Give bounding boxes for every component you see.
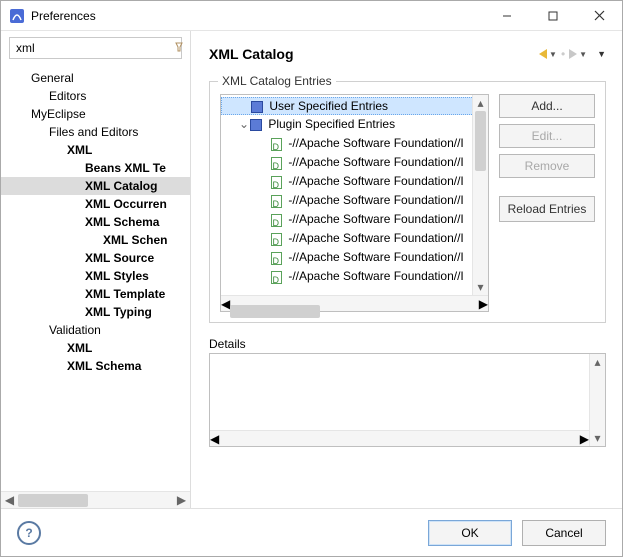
details-horizontal-scrollbar[interactable]: ◀ ▶ — [210, 430, 589, 446]
tree-item[interactable]: XML Schema — [1, 357, 190, 375]
tree-item[interactable]: XML Catalog — [1, 177, 190, 195]
catalog-list[interactable]: User Specified Entries⌄ Plugin Specified… — [220, 94, 489, 312]
arrow-left-icon — [539, 49, 547, 59]
page-title: XML Catalog — [209, 46, 537, 62]
group-legend: XML Catalog Entries — [218, 74, 336, 88]
scroll-up-icon[interactable]: ▴ — [473, 95, 488, 111]
preferences-window: Preferences GeneralEditorsMyEclipseFiles… — [0, 0, 623, 557]
tree-item[interactable]: XML Styles — [1, 267, 190, 285]
nav-forward-button: ▼ — [567, 49, 589, 59]
tree-item[interactable]: XML Schema — [1, 213, 190, 231]
nav-back-button[interactable]: ▼ — [537, 49, 559, 59]
dialog-footer: ? OK Cancel — [1, 508, 622, 556]
list-item[interactable]: -//Apache Software Foundation//I — [221, 134, 488, 153]
view-menu-button[interactable]: ▼ — [597, 49, 606, 59]
list-item[interactable]: -//Apache Software Foundation//I — [221, 248, 488, 267]
dtd-icon — [271, 233, 282, 246]
list-vertical-scrollbar[interactable]: ▴ ▾ — [472, 95, 488, 295]
dtd-icon — [271, 138, 282, 151]
chevron-down-icon[interactable]: ▼ — [579, 50, 587, 59]
reload-entries-button[interactable]: Reload Entries — [499, 196, 595, 222]
close-button[interactable] — [576, 1, 622, 31]
clear-filter-icon[interactable] — [173, 41, 185, 56]
scroll-down-icon[interactable]: ▾ — [590, 430, 605, 446]
dtd-icon — [271, 252, 282, 265]
tree-item[interactable]: Beans XML Te — [1, 159, 190, 177]
minimize-button[interactable] — [484, 1, 530, 31]
catalog-entries-group: XML Catalog Entries User Specified Entri… — [209, 81, 606, 323]
list-item[interactable]: -//Apache Software Foundation//I — [221, 229, 488, 248]
expand-toggle[interactable]: ⌄ — [239, 115, 249, 134]
dtd-icon — [271, 271, 282, 284]
scroll-up-icon[interactable]: ▴ — [590, 354, 605, 370]
list-item[interactable]: -//Apache Software Foundation//I — [221, 153, 488, 172]
tree-item[interactable]: General — [1, 69, 190, 87]
tree-item[interactable]: Files and Editors — [1, 123, 190, 141]
scroll-right-icon[interactable]: ▶ — [479, 297, 488, 311]
scroll-left-icon[interactable]: ◀ — [1, 492, 18, 509]
scroll-down-icon[interactable]: ▾ — [473, 279, 488, 295]
list-item[interactable]: -//Apache Software Foundation//I — [221, 267, 488, 286]
filter-input[interactable] — [14, 40, 173, 56]
list-item[interactable]: User Specified Entries — [221, 97, 488, 115]
maximize-button[interactable] — [530, 1, 576, 31]
tree-item[interactable]: Validation — [1, 321, 190, 339]
tree-item[interactable]: XML — [1, 339, 190, 357]
scrollbar-thumb[interactable] — [230, 305, 320, 318]
dtd-icon — [271, 157, 282, 170]
list-horizontal-scrollbar[interactable]: ◀ ▶ — [221, 295, 488, 311]
tree-item[interactable]: XML — [1, 141, 190, 159]
right-pane: XML Catalog ▼ • ▼ ▼ XML Catalog Entries … — [191, 31, 622, 508]
preferences-tree[interactable]: GeneralEditorsMyEclipseFiles and Editors… — [1, 65, 190, 491]
tree-item[interactable]: Editors — [1, 87, 190, 105]
catalog-root-icon — [250, 119, 262, 131]
add-button[interactable]: Add... — [499, 94, 595, 118]
tree-item[interactable]: MyEclipse — [1, 105, 190, 123]
tree-item[interactable]: XML Typing — [1, 303, 190, 321]
list-item[interactable]: ⌄ Plugin Specified Entries — [221, 115, 488, 134]
tree-item[interactable]: XML Schen — [1, 231, 190, 249]
scrollbar-thumb[interactable] — [18, 494, 88, 507]
scrollbar-thumb[interactable] — [475, 111, 486, 171]
page-nav: ▼ • ▼ ▼ — [537, 47, 606, 61]
catalog-root-icon — [251, 101, 263, 113]
edit-button[interactable]: Edit... — [499, 124, 595, 148]
details-vertical-scrollbar[interactable]: ▴ ▾ — [589, 354, 605, 446]
list-item[interactable]: -//Apache Software Foundation//I — [221, 210, 488, 229]
dtd-icon — [271, 195, 282, 208]
scroll-left-icon[interactable]: ◀ — [210, 432, 219, 446]
scroll-right-icon[interactable]: ▶ — [580, 432, 589, 446]
filter-box[interactable] — [9, 37, 182, 59]
chevron-down-icon[interactable]: ▼ — [549, 50, 557, 59]
tree-horizontal-scrollbar[interactable]: ◀ ▶ — [1, 491, 190, 508]
scroll-right-icon[interactable]: ▶ — [173, 492, 190, 509]
list-item[interactable]: -//Apache Software Foundation//I — [221, 191, 488, 210]
list-item[interactable]: -//Apache Software Foundation//I — [221, 172, 488, 191]
details-panel: ▴ ▾ ◀ ▶ — [209, 353, 606, 447]
help-button[interactable]: ? — [17, 521, 41, 545]
tree-item[interactable]: XML Source — [1, 249, 190, 267]
details-label: Details — [209, 337, 606, 351]
left-pane: GeneralEditorsMyEclipseFiles and Editors… — [1, 31, 191, 508]
window-title: Preferences — [31, 9, 484, 23]
cancel-button[interactable]: Cancel — [522, 520, 606, 546]
remove-button[interactable]: Remove — [499, 154, 595, 178]
arrow-right-icon — [569, 49, 577, 59]
dtd-icon — [271, 214, 282, 227]
tree-item[interactable]: XML Template — [1, 285, 190, 303]
app-icon — [9, 8, 25, 24]
ok-button[interactable]: OK — [428, 520, 512, 546]
dtd-icon — [271, 176, 282, 189]
scroll-left-icon[interactable]: ◀ — [221, 297, 230, 311]
titlebar: Preferences — [1, 1, 622, 31]
tree-item[interactable]: XML Occurren — [1, 195, 190, 213]
